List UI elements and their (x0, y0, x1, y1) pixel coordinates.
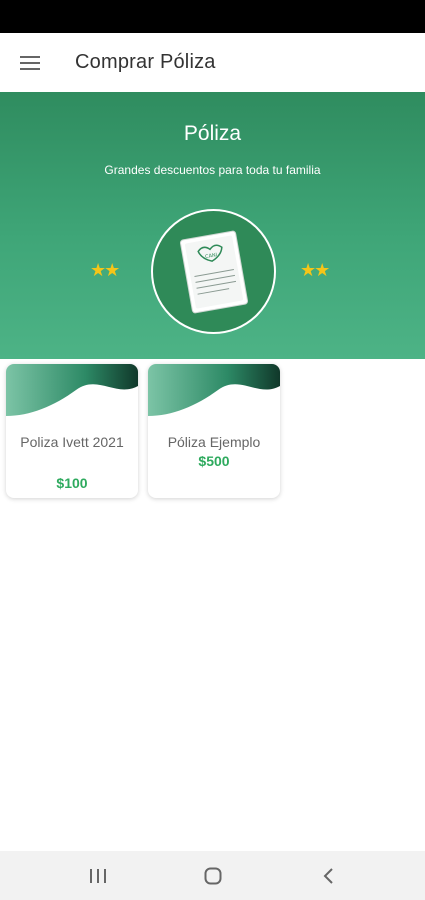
app-bar: Comprar Póliza (0, 33, 425, 92)
hero-subtitle: Grandes descuentos para toda tu familia (104, 163, 321, 177)
hero-title: Póliza (183, 122, 242, 145)
stars-left-icon: ★★ (90, 260, 120, 280)
back-button[interactable] (298, 851, 358, 900)
stars-right-icon: ★★ (300, 260, 330, 280)
home-icon (204, 867, 221, 884)
hamburger-menu-icon (20, 55, 40, 70)
home-button[interactable] (183, 851, 243, 900)
card-header-wave (148, 364, 280, 416)
back-icon (323, 867, 333, 884)
menu-button[interactable] (0, 33, 60, 92)
recent-apps-button[interactable] (68, 851, 128, 900)
policy-name: Póliza Ejemplo (167, 434, 261, 450)
status-bar (0, 0, 425, 33)
system-navigation-bar (0, 851, 425, 900)
policy-document-icon: CANI (179, 230, 248, 313)
policy-name: Poliza Ivett 2021 (20, 434, 124, 450)
card-header-wave (6, 364, 138, 416)
recent-apps-icon (89, 868, 106, 883)
policy-price: $500 (198, 453, 230, 469)
policy-list: Poliza Ivett 2021 $100 Póliza Ejemplo $5… (6, 364, 280, 498)
policy-emblem: CANI (151, 209, 276, 334)
page-title: Comprar Póliza (75, 51, 216, 73)
policy-card[interactable]: Poliza Ivett 2021 $100 (6, 364, 138, 498)
hero-banner: Póliza Grandes descuentos para toda tu f… (0, 92, 425, 359)
policy-card[interactable]: Póliza Ejemplo $500 (148, 364, 280, 498)
policy-price: $100 (56, 475, 88, 491)
